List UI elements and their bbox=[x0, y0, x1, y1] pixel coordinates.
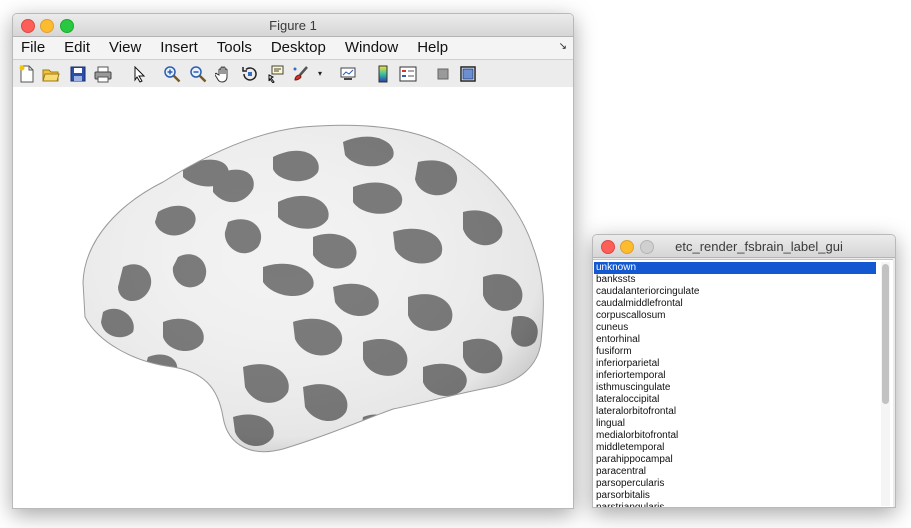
list-item[interactable]: parahippocampal bbox=[594, 454, 876, 466]
new-figure-icon[interactable] bbox=[18, 65, 36, 83]
menu-desktop[interactable]: Desktop bbox=[271, 37, 326, 59]
label-list: unknown bankssts caudalanteriorcingulate ca… bbox=[593, 260, 893, 507]
dock-arrow-icon[interactable]: ↘ bbox=[559, 41, 567, 52]
print-icon[interactable] bbox=[94, 65, 112, 83]
label-listbox[interactable]: unknown bankssts caudalanteriorcingulate ca… bbox=[593, 259, 893, 507]
list-item[interactable]: bankssts bbox=[594, 274, 876, 286]
rotate-3d-icon[interactable] bbox=[241, 65, 259, 83]
menu-file[interactable]: File bbox=[21, 37, 45, 59]
link-plot-icon[interactable] bbox=[339, 65, 357, 83]
pointer-icon[interactable] bbox=[130, 65, 148, 83]
label-gui-window: etc_render_fsbrain_label_gui unknown bank… bbox=[592, 234, 896, 508]
list-item[interactable]: lingual bbox=[594, 418, 876, 430]
figure-toolbar: ▾ bbox=[13, 60, 573, 88]
colorbar-icon[interactable] bbox=[374, 65, 392, 83]
label-gui-titlebar[interactable]: etc_render_fsbrain_label_gui bbox=[593, 235, 895, 258]
list-item[interactable]: cuneus bbox=[594, 322, 876, 334]
list-item[interactable]: paracentral bbox=[594, 466, 876, 478]
zoom-in-icon[interactable] bbox=[163, 65, 181, 83]
list-scrollbar[interactable] bbox=[881, 262, 890, 506]
menu-insert[interactable]: Insert bbox=[160, 37, 198, 59]
menu-edit[interactable]: Edit bbox=[64, 37, 90, 59]
list-item[interactable]: inferiortemporal bbox=[594, 370, 876, 382]
list-item[interactable]: inferiorparietal bbox=[594, 358, 876, 370]
figure-axes-area[interactable] bbox=[13, 87, 573, 508]
figure-titlebar[interactable]: Figure 1 bbox=[13, 14, 573, 37]
menu-help[interactable]: Help bbox=[417, 37, 448, 59]
show-plot-tools-icon[interactable] bbox=[459, 65, 477, 83]
list-item[interactable]: parstriangularis bbox=[594, 502, 876, 507]
list-item[interactable]: entorhinal bbox=[594, 334, 876, 346]
scroll-thumb[interactable] bbox=[882, 264, 889, 404]
list-item[interactable]: middletemporal bbox=[594, 442, 876, 454]
list-item[interactable]: lateralorbitofrontal bbox=[594, 406, 876, 418]
list-item[interactable]: unknown bbox=[594, 262, 876, 274]
data-cursor-icon[interactable] bbox=[267, 65, 285, 83]
save-icon[interactable] bbox=[69, 65, 87, 83]
label-gui-title: etc_render_fsbrain_label_gui bbox=[675, 239, 843, 254]
list-item[interactable]: lateraloccipital bbox=[594, 394, 876, 406]
brain-surface[interactable] bbox=[63, 117, 553, 462]
list-item[interactable]: medialorbitofrontal bbox=[594, 430, 876, 442]
brush-dropdown-icon[interactable]: ▾ bbox=[318, 69, 322, 78]
list-item[interactable]: parsorbitalis bbox=[594, 490, 876, 502]
open-file-icon[interactable] bbox=[42, 65, 60, 83]
legend-icon[interactable] bbox=[399, 65, 417, 83]
zoom-out-icon[interactable] bbox=[189, 65, 207, 83]
pan-icon[interactable] bbox=[215, 65, 233, 83]
list-item[interactable]: parsopercularis bbox=[594, 478, 876, 490]
list-item[interactable]: caudalmiddlefrontal bbox=[594, 298, 876, 310]
hide-plot-tools-icon[interactable] bbox=[434, 65, 452, 83]
list-item[interactable]: fusiform bbox=[594, 346, 876, 358]
figure-title: Figure 1 bbox=[269, 18, 317, 33]
menu-window[interactable]: Window bbox=[345, 37, 398, 59]
list-item[interactable]: caudalanteriorcingulate bbox=[594, 286, 876, 298]
figure-menubar: File Edit View Insert Tools Desktop Wind… bbox=[13, 37, 573, 60]
list-item[interactable]: isthmuscingulate bbox=[594, 382, 876, 394]
menu-view[interactable]: View bbox=[109, 37, 141, 59]
list-item[interactable]: corpuscallosum bbox=[594, 310, 876, 322]
brush-icon[interactable] bbox=[292, 65, 310, 83]
menu-tools[interactable]: Tools bbox=[217, 37, 252, 59]
figure-window: Figure 1 File Edit View Insert Tools Des… bbox=[12, 13, 574, 509]
